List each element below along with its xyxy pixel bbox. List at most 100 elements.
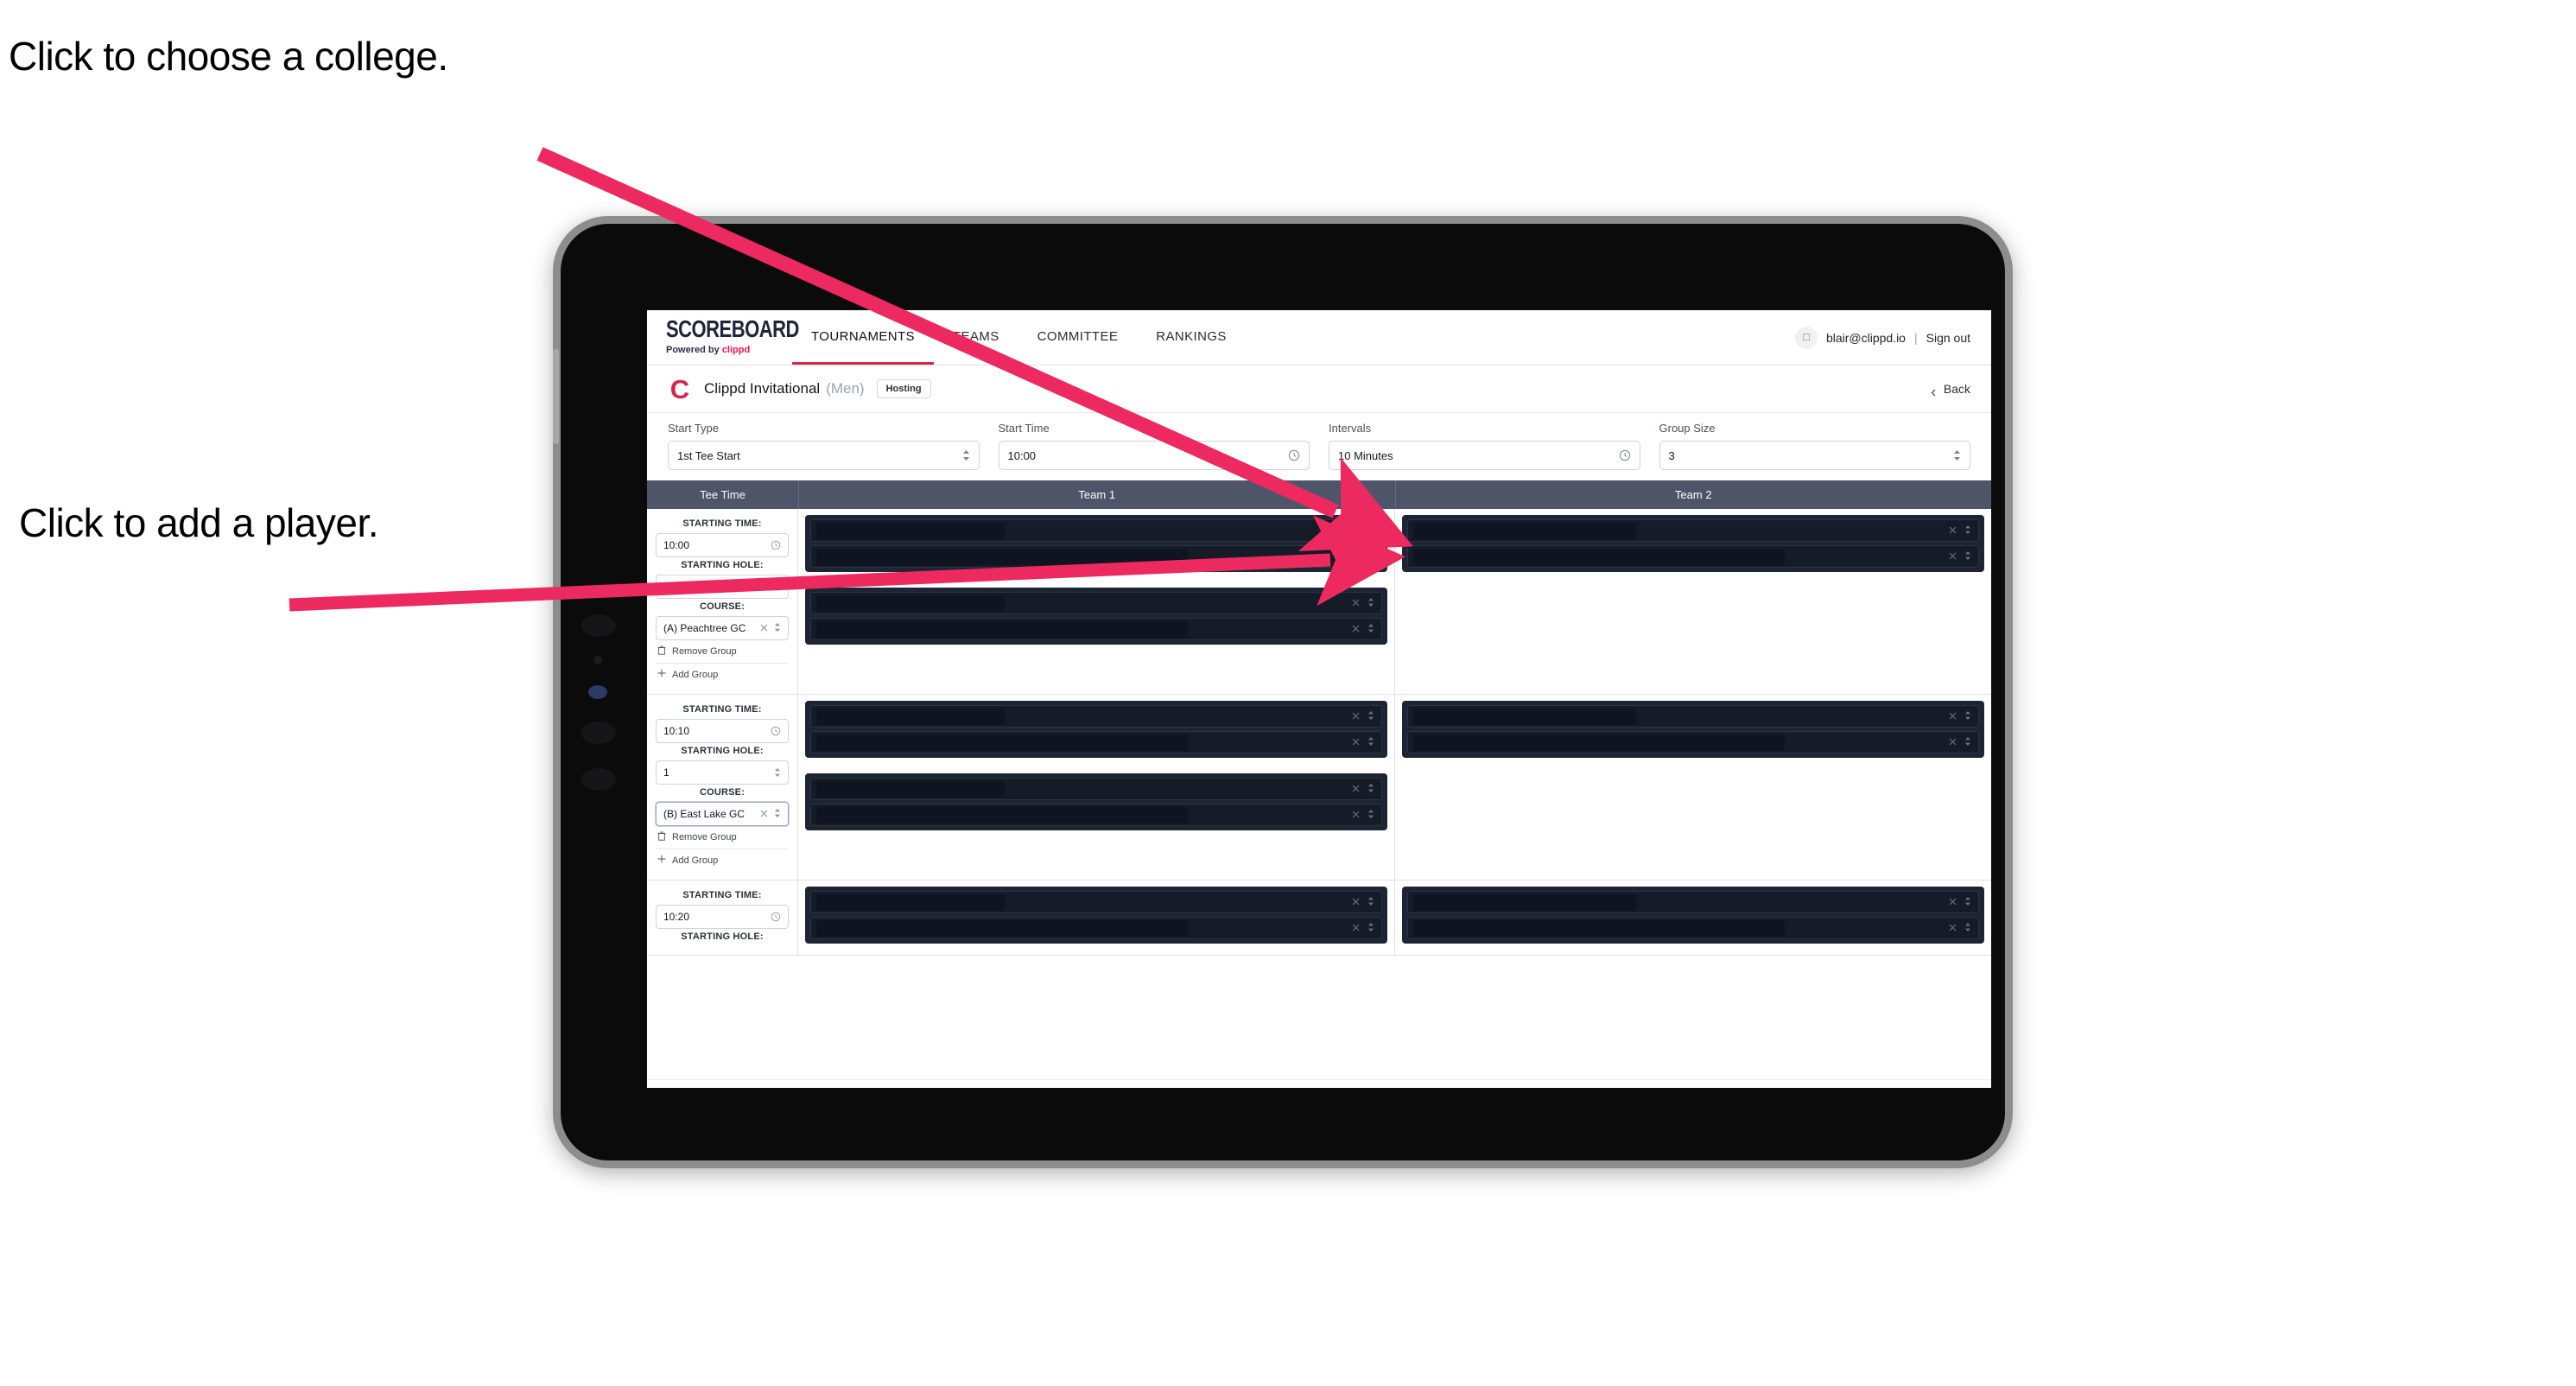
stepper-icon[interactable] bbox=[1964, 525, 1971, 537]
starting-hole-input[interactable]: 1 bbox=[656, 760, 789, 785]
player-row[interactable] bbox=[810, 705, 1382, 728]
scoreboard-logo[interactable]: SCOREBOARD Powered by clippd bbox=[647, 310, 799, 365]
group-size-select[interactable]: 3 bbox=[1659, 441, 1970, 470]
clock-icon[interactable] bbox=[1619, 449, 1631, 461]
stepper-icon[interactable] bbox=[1367, 623, 1374, 635]
x-icon[interactable] bbox=[1352, 737, 1360, 747]
player-row[interactable] bbox=[1407, 891, 1979, 913]
player-row-controls bbox=[1949, 736, 1971, 748]
stepper-icon[interactable] bbox=[1964, 736, 1971, 748]
player-row[interactable] bbox=[810, 592, 1382, 614]
clock-icon[interactable] bbox=[771, 912, 781, 922]
stepper-icon[interactable] bbox=[1964, 922, 1971, 934]
x-icon[interactable] bbox=[1352, 784, 1360, 794]
player-row[interactable] bbox=[810, 618, 1382, 640]
x-icon[interactable] bbox=[1949, 551, 1957, 562]
x-icon[interactable] bbox=[1352, 810, 1360, 820]
x-icon[interactable] bbox=[1352, 551, 1360, 562]
nav-link-tournaments[interactable]: TOURNAMENTS bbox=[792, 310, 934, 365]
back-button[interactable]: Back bbox=[1930, 382, 1970, 396]
start-type-select[interactable]: 1st Tee Start bbox=[668, 441, 980, 470]
x-icon[interactable] bbox=[1352, 711, 1360, 722]
course-select[interactable]: (B) East Lake GC bbox=[656, 802, 789, 826]
stepper-icon[interactable] bbox=[1964, 896, 1971, 908]
player-row[interactable] bbox=[1407, 705, 1979, 728]
add-group-button[interactable]: Add Group bbox=[656, 849, 789, 871]
x-icon[interactable] bbox=[1949, 711, 1957, 722]
intervals-input[interactable]: 10 Minutes bbox=[1329, 441, 1640, 470]
x-icon[interactable] bbox=[1352, 525, 1360, 536]
player-group[interactable] bbox=[1402, 515, 1984, 572]
stepper-icon[interactable] bbox=[774, 582, 781, 592]
player-row-controls bbox=[1352, 710, 1374, 722]
stepper-icon[interactable] bbox=[1953, 449, 1961, 461]
remove-group-button[interactable]: Remove Group bbox=[656, 640, 789, 663]
player-row[interactable] bbox=[810, 804, 1382, 826]
x-icon[interactable] bbox=[1949, 923, 1957, 933]
player-group[interactable] bbox=[805, 701, 1387, 758]
stepper-icon[interactable] bbox=[1367, 550, 1374, 563]
player-group[interactable] bbox=[805, 515, 1387, 572]
stepper-icon[interactable] bbox=[962, 449, 970, 461]
stepper-icon[interactable] bbox=[1367, 809, 1374, 821]
x-icon[interactable] bbox=[1352, 897, 1360, 907]
remove-group-button[interactable]: Remove Group bbox=[656, 826, 789, 849]
clock-icon[interactable] bbox=[771, 540, 781, 550]
stepper-icon[interactable] bbox=[1964, 710, 1971, 722]
player-group[interactable] bbox=[1402, 701, 1984, 758]
player-row[interactable] bbox=[810, 519, 1382, 542]
x-icon[interactable] bbox=[760, 622, 768, 634]
stepper-icon[interactable] bbox=[774, 622, 781, 635]
starting-time-input[interactable]: 10:20 bbox=[656, 905, 789, 929]
x-icon[interactable] bbox=[1949, 737, 1957, 747]
stepper-icon[interactable] bbox=[1367, 922, 1374, 934]
course-select[interactable]: (A) Peachtree GC bbox=[656, 616, 789, 640]
x-icon[interactable] bbox=[1949, 897, 1957, 907]
x-icon[interactable] bbox=[1352, 624, 1360, 634]
player-row[interactable] bbox=[810, 545, 1382, 568]
clock-icon[interactable] bbox=[1288, 449, 1300, 461]
player-row[interactable] bbox=[1407, 917, 1979, 939]
sign-out-link[interactable]: Sign out bbox=[1926, 331, 1970, 345]
stepper-icon[interactable] bbox=[1367, 783, 1374, 795]
start-time-input[interactable]: 10:00 bbox=[998, 441, 1310, 470]
stepper-icon[interactable] bbox=[1367, 896, 1374, 908]
player-row[interactable] bbox=[810, 731, 1382, 753]
stepper-icon[interactable] bbox=[774, 808, 781, 821]
trash-icon bbox=[657, 831, 666, 843]
stepper-icon[interactable] bbox=[1367, 597, 1374, 609]
starting-time-input[interactable]: 10:00 bbox=[656, 533, 789, 557]
starting-time-input[interactable]: 10:10 bbox=[656, 719, 789, 743]
stepper-icon[interactable] bbox=[1367, 736, 1374, 748]
player-row[interactable] bbox=[1407, 519, 1979, 542]
x-icon[interactable] bbox=[1352, 923, 1360, 933]
nav-link-teams[interactable]: TEAMS bbox=[934, 310, 1018, 365]
x-icon[interactable] bbox=[1949, 525, 1957, 536]
player-row[interactable] bbox=[1407, 731, 1979, 753]
nav-link-committee[interactable]: COMMITTEE bbox=[1018, 310, 1138, 365]
course-value: (A) Peachtree GC bbox=[663, 622, 746, 634]
x-icon[interactable] bbox=[760, 808, 768, 820]
player-row[interactable] bbox=[810, 891, 1382, 913]
stepper-icon[interactable] bbox=[1367, 525, 1374, 537]
add-group-button[interactable]: Add Group bbox=[656, 663, 789, 685]
player-row[interactable] bbox=[1407, 545, 1979, 568]
player-group[interactable] bbox=[805, 887, 1387, 944]
player-group[interactable] bbox=[805, 773, 1387, 830]
column-header-tee-time: Tee Time bbox=[647, 480, 799, 509]
starting-hole-input[interactable]: 1 bbox=[656, 575, 789, 599]
course-value: (B) East Lake GC bbox=[663, 808, 746, 820]
nav-link-rankings[interactable]: RANKINGS bbox=[1137, 310, 1246, 365]
schedule-table-header: Tee Time Team 1 Team 2 bbox=[647, 480, 1991, 509]
stepper-icon[interactable] bbox=[1964, 550, 1971, 563]
player-group[interactable] bbox=[805, 588, 1387, 645]
schedule-table-body[interactable]: STARTING TIME: 10:00 STARTING HOLE: 1 COURSE… bbox=[647, 509, 1991, 1079]
stepper-icon[interactable] bbox=[774, 767, 781, 778]
clock-icon[interactable] bbox=[771, 726, 781, 736]
player-group[interactable] bbox=[1402, 887, 1984, 944]
x-icon[interactable] bbox=[1352, 598, 1360, 608]
user-icon[interactable]: ☐ bbox=[1794, 326, 1818, 349]
stepper-icon[interactable] bbox=[1367, 710, 1374, 722]
player-row[interactable] bbox=[810, 778, 1382, 800]
player-row[interactable] bbox=[810, 917, 1382, 939]
